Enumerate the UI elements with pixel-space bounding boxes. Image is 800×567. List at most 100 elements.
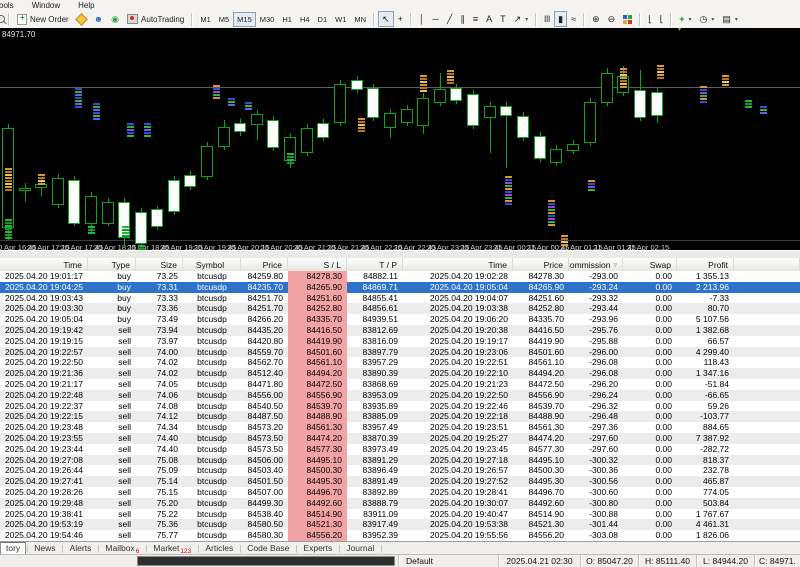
trade-marker xyxy=(700,101,707,103)
column-header-time[interactable]: Time xyxy=(0,258,88,271)
history-row[interactable]: 2025.04.20 19:03:43buy73.33btcusdp84251.… xyxy=(0,293,800,304)
history-row[interactable]: 2025.04.20 19:22:15sell74.12btcusdp84487… xyxy=(0,411,800,422)
periods-button[interactable]: ◷▾ xyxy=(695,11,718,27)
history-row[interactable]: 2025.04.20 19:27:41sell75.14btcusdp84501… xyxy=(0,476,800,487)
timeframe-h4-button[interactable]: H4 xyxy=(296,12,314,27)
cursor-button[interactable]: ↖ xyxy=(378,11,394,27)
tab-mailbox[interactable]: Mailbox6 xyxy=(99,543,145,554)
tab-experts[interactable]: Experts xyxy=(297,543,338,554)
horizontal-line-button[interactable]: ─ xyxy=(429,11,443,27)
history-row[interactable]: 2025.04.20 19:53:19sell75.36btcusdp84580… xyxy=(0,519,800,530)
history-row[interactable]: 2025.04.20 19:03:30buy73.36btcusdp84251.… xyxy=(0,303,800,314)
text-button[interactable]: A xyxy=(482,11,496,27)
column-header-swap[interactable]: Swap xyxy=(623,258,677,271)
menu-window[interactable]: Window xyxy=(30,1,62,10)
column-header-price[interactable]: Price xyxy=(513,258,569,271)
cursor-icon: ↖ xyxy=(382,15,390,24)
timeframe-m5-button[interactable]: M5 xyxy=(215,12,233,27)
metaeditor-button[interactable] xyxy=(73,11,90,27)
history-row[interactable]: 2025.04.20 19:22:37sell74.08btcusdp84540… xyxy=(0,401,800,412)
column-header-type[interactable]: Type xyxy=(88,258,136,271)
history-row[interactable]: 2025.04.20 19:26:44sell75.09btcusdp84503… xyxy=(0,465,800,476)
history-row[interactable]: 2025.04.20 19:22:50sell74.02btcusdp84562… xyxy=(0,357,800,368)
terminal-button[interactable]: ☻ xyxy=(90,11,107,27)
label-button[interactable]: T xyxy=(496,11,510,27)
tile-windows-button[interactable] xyxy=(619,11,636,27)
new-order-button[interactable]: New Order xyxy=(13,11,73,27)
tab-articles[interactable]: Articles xyxy=(199,543,239,554)
column-header-label: Swap xyxy=(650,260,671,270)
market-watch-button[interactable]: ◉ xyxy=(107,11,123,27)
history-cell: -293.44 xyxy=(569,303,623,314)
column-header-profit[interactable]: Profit xyxy=(677,258,734,271)
zoom-out-icon: ⊖ xyxy=(608,15,616,24)
history-cell: 83870.39 xyxy=(347,433,403,444)
tab-market[interactable]: Market123 xyxy=(147,543,197,554)
trade-marker xyxy=(657,74,664,76)
timeframe-d1-button[interactable]: D1 xyxy=(314,12,332,27)
vertical-line-button[interactable]: │ xyxy=(415,11,429,27)
history-cell: -7.33 xyxy=(677,293,734,304)
column-header-commission[interactable]: Commission▿ xyxy=(569,258,623,271)
menu-tools[interactable]: Tools xyxy=(0,1,16,10)
history-row[interactable]: 2025.04.20 19:19:15sell73.97btcusdp84420… xyxy=(0,336,800,347)
history-row[interactable]: 2025.04.20 19:23:55sell74.40btcusdp84573… xyxy=(0,433,800,444)
fibonacci-button[interactable]: ≡ xyxy=(469,11,482,27)
line-chart-button[interactable]: ≈ xyxy=(567,11,580,27)
column-header-sl[interactable]: S / L xyxy=(288,258,347,271)
history-row[interactable]: 2025.04.20 19:27:08sell75.08btcusdp84506… xyxy=(0,455,800,466)
history-row[interactable]: 2025.04.20 19:28:26sell75.15btcusdp84507… xyxy=(0,487,800,498)
column-header-price[interactable]: Price xyxy=(241,258,288,271)
timeframe-m1-button[interactable]: M1 xyxy=(196,12,214,27)
column-header-tp[interactable]: T / P xyxy=(347,258,403,271)
history-cell: 2025.04.20 19:22:48 xyxy=(0,390,88,401)
history-row[interactable]: 2025.04.20 19:21:17sell74.05btcusdp84471… xyxy=(0,379,800,390)
candle-bear xyxy=(267,120,279,148)
column-header-symbol[interactable]: Symbol xyxy=(183,258,241,271)
search-icon[interactable] xyxy=(0,15,5,23)
timeframe-m15-button[interactable]: M15 xyxy=(233,12,256,27)
chart-shift-marker[interactable]: ▼ xyxy=(676,28,683,33)
history-row[interactable]: 2025.04.20 19:04:25buy73.31btcusdp84235.… xyxy=(0,282,800,293)
indicators-button[interactable]: +▾ xyxy=(675,11,695,27)
arrows-button[interactable]: ↗▾ xyxy=(510,11,533,27)
zoom-in-button[interactable]: ⊕ xyxy=(588,11,604,27)
history-cell: 83885.09 xyxy=(347,411,403,422)
tab-code-base[interactable]: Code Base xyxy=(241,543,295,554)
templates-button[interactable]: ▤▾ xyxy=(718,11,742,27)
history-row[interactable]: 2025.04.20 19:29:48sell75.20btcusdp84499… xyxy=(0,498,800,509)
tab-news[interactable]: News xyxy=(28,543,61,554)
history-row[interactable]: 2025.04.20 19:22:48sell74.06btcusdp84556… xyxy=(0,390,800,401)
price-chart[interactable]: 84971.70 ▼ 20 Apr 16:4520 Apr 17:1520 Ap… xyxy=(0,28,800,250)
trendline-button[interactable]: ╱ xyxy=(443,11,456,27)
channel-button[interactable]: ∥ xyxy=(456,11,469,27)
history-row[interactable]: 2025.04.20 19:05:04buy73.49btcusdp84266.… xyxy=(0,314,800,325)
history-cell: -295.76 xyxy=(569,325,623,336)
timeframe-w1-button[interactable]: W1 xyxy=(331,12,350,27)
column-header-time[interactable]: Time xyxy=(403,258,513,271)
history-row[interactable]: 2025.04.20 19:21:36sell74.02btcusdp84512… xyxy=(0,368,800,379)
tab-alerts[interactable]: Alerts xyxy=(64,543,98,554)
timeframe-m30-button[interactable]: M30 xyxy=(256,12,279,27)
crosshair-button[interactable]: + xyxy=(394,11,407,27)
history-row[interactable]: 2025.04.20 19:01:17buy73.25btcusdp84259.… xyxy=(0,271,800,282)
timeframe-mn-button[interactable]: MN xyxy=(350,12,370,27)
zoom-out-button[interactable]: ⊖ xyxy=(604,11,620,27)
history-row[interactable]: 2025.04.20 19:54:46sell75.77btcusdp84580… xyxy=(0,530,800,541)
profile-cell[interactable]: Default xyxy=(398,555,498,567)
history-row[interactable]: 2025.04.20 19:22:57sell74.00btcusdp84559… xyxy=(0,347,800,358)
menu-help[interactable]: Help xyxy=(76,1,96,10)
trade-marker xyxy=(5,219,12,221)
tab-journal[interactable]: Journal xyxy=(340,543,380,554)
bar-chart-button[interactable]: lll xyxy=(540,11,554,27)
history-row[interactable]: 2025.04.20 19:23:48sell74.34btcusdp84573… xyxy=(0,422,800,433)
period-separators-button[interactable]: ⌊ xyxy=(644,11,656,27)
history-row[interactable]: 2025.04.20 19:23:44sell74.40btcusdp84573… xyxy=(0,444,800,455)
auto-scroll-button[interactable]: ⌊ xyxy=(656,11,668,27)
candlestick-chart-button[interactable]: ▮ xyxy=(554,11,567,27)
timeframe-h1-button[interactable]: H1 xyxy=(278,12,296,27)
history-row[interactable]: 2025.04.20 19:38:41sell75.22btcusdp84538… xyxy=(0,509,800,520)
column-header-size[interactable]: Size xyxy=(136,258,183,271)
autotrading-button[interactable]: AutoTrading xyxy=(123,11,188,27)
history-row[interactable]: 2025.04.20 19:19:42sell73.94btcusdp84435… xyxy=(0,325,800,336)
